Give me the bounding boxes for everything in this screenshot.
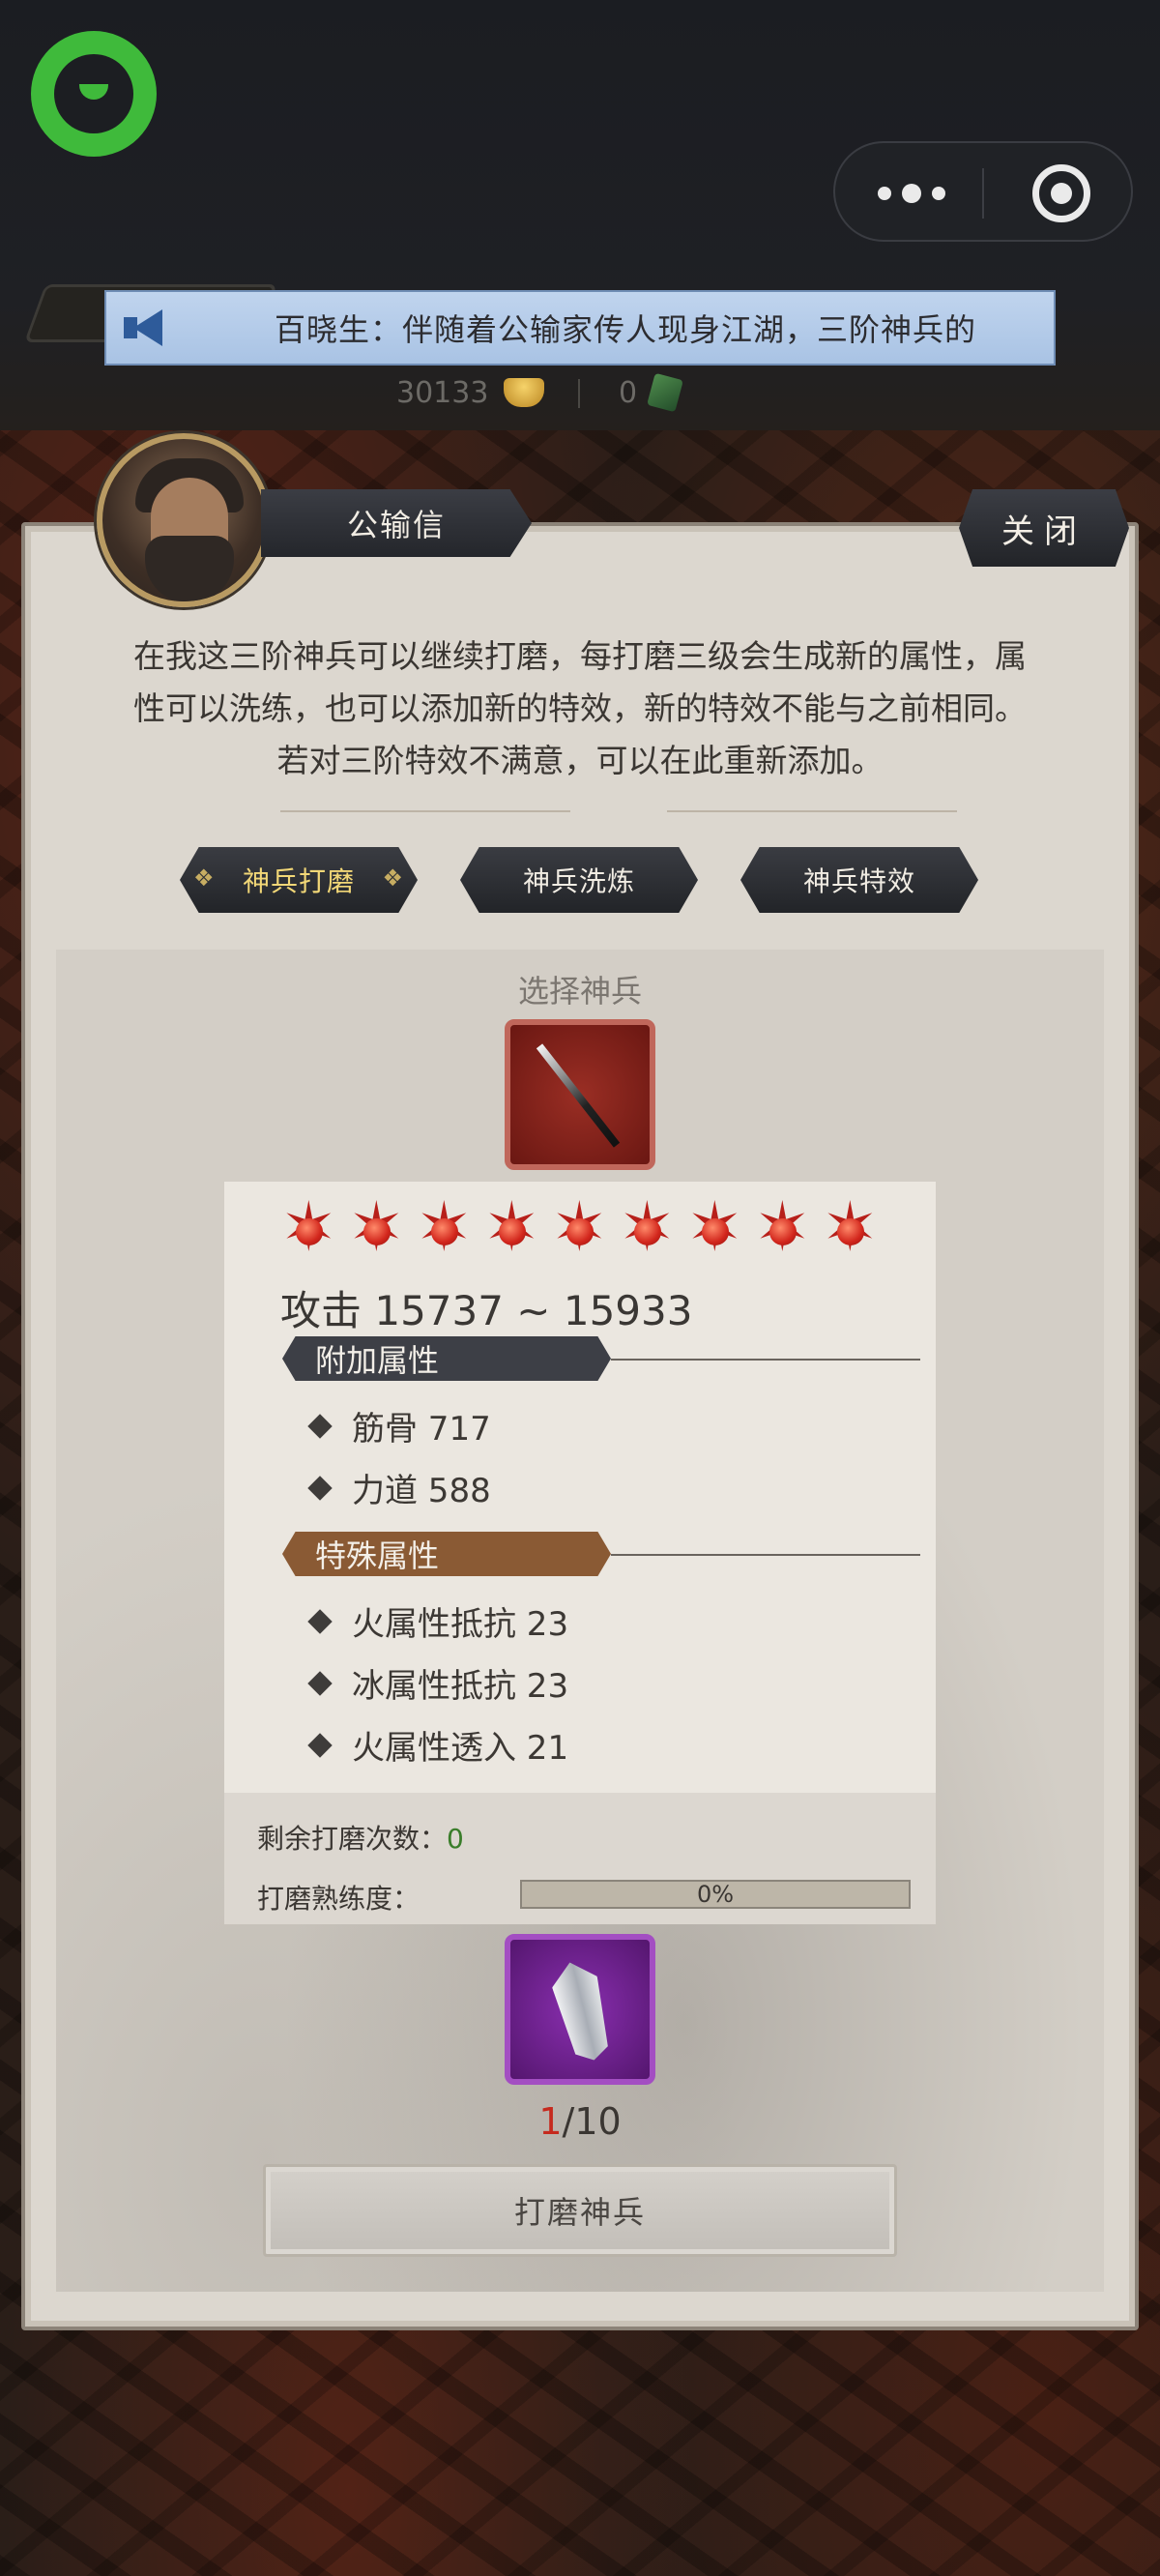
spear-icon	[536, 1043, 621, 1148]
diamond-bullet-icon	[307, 1475, 333, 1501]
crystal-icon	[547, 1957, 617, 2066]
proficiency-label: 打磨熟练度：	[257, 1883, 420, 1915]
star-icon	[483, 1193, 540, 1261]
extra-attribute: 力道 588	[307, 1464, 491, 1511]
npc-avatar	[97, 433, 271, 607]
gold-ingot-icon	[504, 378, 545, 407]
jade-icon	[647, 372, 683, 413]
ornament-right	[667, 801, 957, 812]
ingot-currency: 30133	[396, 371, 545, 414]
proficiency-progress-bar: 0%	[520, 1880, 911, 1909]
mini-program-capsule	[833, 141, 1133, 242]
jade-amount: 0	[619, 375, 638, 410]
special-attribute: 火属性透入 21	[307, 1721, 569, 1769]
ingot-amount: 30133	[396, 375, 489, 410]
star-icon	[619, 1193, 676, 1261]
app-logo-icon[interactable]	[31, 31, 157, 157]
currency-divider	[578, 379, 580, 408]
diamond-bullet-icon	[307, 1413, 333, 1439]
megaphone-icon	[124, 309, 168, 346]
attribute-text: 力道 588	[352, 1472, 491, 1510]
diamond-bullet-icon	[307, 1732, 333, 1758]
star-icon	[416, 1193, 473, 1261]
polish-status: 剩余打磨次数：0 打磨熟练度： 0%	[224, 1793, 936, 1924]
star-icon	[348, 1193, 405, 1261]
star-icon	[822, 1193, 879, 1261]
progress-text: 0%	[696, 1881, 735, 1908]
material-slot[interactable]	[505, 1934, 655, 2085]
attribute-text: 火属性抵抗 23	[352, 1605, 569, 1644]
star-icon	[754, 1193, 811, 1261]
diamond-bullet-icon	[307, 1670, 333, 1696]
attribute-text: 筋骨 717	[352, 1410, 491, 1449]
announcement-text: 百晓生：伴随着公输家传人现身江湖，三阶神兵的	[275, 311, 977, 348]
more-options-icon[interactable]	[878, 172, 945, 215]
material-have: 1	[538, 2100, 563, 2143]
special-attributes-header: 特殊属性	[282, 1532, 611, 1576]
diamond-bullet-icon	[307, 1608, 333, 1634]
section-divider	[611, 1359, 920, 1361]
attribute-text: 火属性透入 21	[352, 1729, 569, 1768]
polish-weapon-button[interactable]: 打磨神兵	[263, 2164, 897, 2257]
remaining-polish-count: 剩余打磨次数：0	[257, 1818, 464, 1857]
star-icon	[551, 1193, 608, 1261]
star-icon	[686, 1193, 743, 1261]
tab-weapon-effect[interactable]: 神兵特效	[740, 847, 978, 913]
close-button[interactable]: 关闭	[959, 489, 1129, 567]
star-icon	[280, 1193, 337, 1261]
special-attribute: 火属性抵抗 23	[307, 1597, 569, 1645]
announcement-marquee: 百晓生：伴随着公输家传人现身江湖，三阶神兵的	[104, 290, 1056, 366]
remaining-label: 剩余打磨次数：	[257, 1823, 448, 1855]
npc-name: 公输信	[261, 489, 532, 557]
capsule-divider	[982, 168, 984, 219]
select-weapon-label: 选择神兵	[517, 973, 642, 1010]
intro-text: 在我这三阶神兵可以继续打磨，每打磨三级会生成新的属性，属 性可以洗练，也可以添加…	[87, 630, 1073, 787]
attribute-text: 冰属性抵抗 23	[352, 1667, 569, 1706]
section-divider	[611, 1554, 920, 1556]
tab-weapon-polish[interactable]: 神兵打磨	[180, 847, 418, 913]
extra-attributes-header: 附加属性	[282, 1336, 611, 1381]
remaining-value: 0	[447, 1823, 464, 1855]
extra-attribute: 筋骨 717	[307, 1402, 491, 1449]
material-count: 1/10	[0, 2100, 1160, 2143]
weapon-slot[interactable]	[505, 1019, 655, 1170]
ornament-left	[280, 801, 570, 812]
material-need: /10	[562, 2100, 622, 2143]
weapon-info-card: 攻击 15737 ~ 15933 附加属性 筋骨 717 力道 588 特殊属性…	[224, 1182, 936, 1924]
intro-line: 在我这三阶神兵可以继续打磨，每打磨三级会生成新的属性，属	[133, 637, 1027, 675]
attack-stat: 攻击 15737 ~ 15933	[280, 1287, 693, 1334]
star-rating	[280, 1193, 879, 1261]
tab-weapon-refine[interactable]: 神兵洗炼	[460, 847, 698, 913]
intro-line: 若对三阶特效不满意，可以在此重新添加。	[276, 742, 884, 779]
intro-line: 性可以洗练，也可以添加新的特效，新的特效不能与之前相同。	[133, 689, 1027, 727]
special-attribute: 冰属性抵抗 23	[307, 1659, 569, 1707]
jade-currency: 0	[619, 371, 683, 414]
close-mini-program-icon[interactable]	[1032, 164, 1090, 222]
